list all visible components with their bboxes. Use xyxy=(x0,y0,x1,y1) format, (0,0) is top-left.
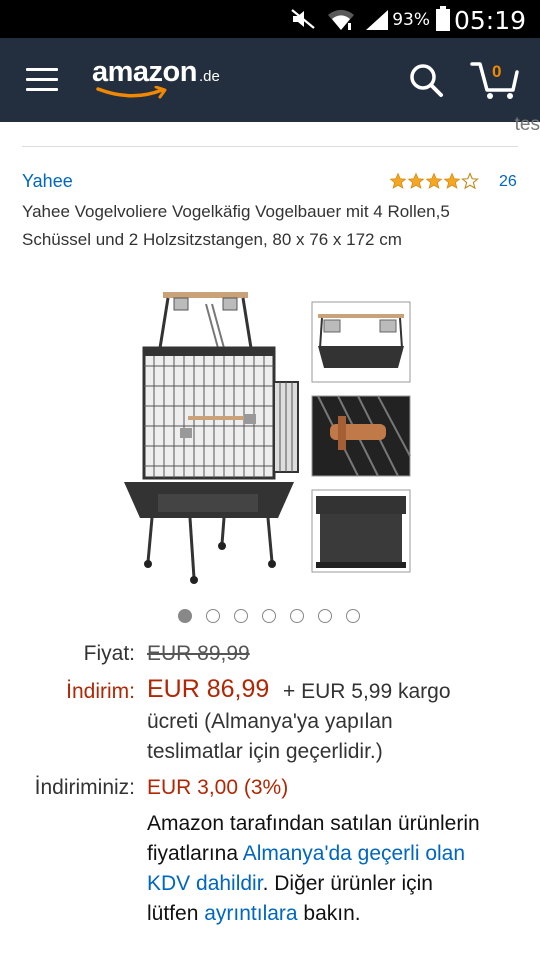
search-icon[interactable] xyxy=(408,62,444,98)
star-full-icon xyxy=(443,172,461,189)
cart-count-badge[interactable]: 0 xyxy=(492,62,501,82)
pager-dot[interactable] xyxy=(290,609,304,623)
status-bar: 93% 05:19 xyxy=(0,0,540,38)
pager-dot[interactable] xyxy=(262,609,276,623)
deal-label: İndirim: xyxy=(66,680,135,703)
battery-percent: 93% xyxy=(392,10,430,30)
savings-value: EUR 3,00 (3%) xyxy=(147,776,289,799)
battery-icon xyxy=(436,6,450,31)
pager-dot[interactable] xyxy=(234,609,248,623)
pager-dot[interactable] xyxy=(206,609,220,623)
amazon-logo[interactable]: amazon .de xyxy=(92,56,220,99)
logo-tld: .de xyxy=(198,68,220,85)
hamburger-menu-icon[interactable] xyxy=(26,68,58,92)
vat-text: fiyatlarına xyxy=(147,842,243,865)
app-header: amazon .de 0 xyxy=(0,38,540,122)
vat-note-line: lütfen ayrıntılara bakın. xyxy=(147,899,361,929)
shipping-text: + EUR 5,99 kargo xyxy=(283,680,451,703)
vat-note-line: fiyatlarına Almanya'da geçerli olan xyxy=(147,839,465,869)
pager-dot[interactable] xyxy=(318,609,332,623)
brand-link[interactable]: Yahee xyxy=(22,171,73,192)
savings-label: İndiriminiz: xyxy=(34,776,135,799)
star-full-icon xyxy=(407,172,425,189)
smile-arrow-icon xyxy=(96,86,167,99)
wifi-icon xyxy=(328,9,354,30)
partial-previous-text: tes xyxy=(514,114,540,135)
review-count-link[interactable]: 26 xyxy=(499,173,517,191)
star-empty-icon xyxy=(461,172,479,190)
vat-note-line: KDV dahildir. Diğer ürünler için xyxy=(147,869,433,899)
vat-text: . Diğer ürünler için xyxy=(262,872,433,895)
deal-price: EUR 86,99 xyxy=(147,675,270,703)
shipping-text: ücreti (Almanya'ya yapılan xyxy=(147,710,393,733)
shipping-text: teslimatlar için geçerlidir.) xyxy=(147,740,383,763)
vat-note-line: Amazon tarafından satılan ürünlerin xyxy=(147,812,480,835)
vat-text: bakın. xyxy=(297,902,361,925)
product-title: Yahee Vogelvoliere Vogelkäfig Vogelbauer… xyxy=(22,202,450,249)
image-pager[interactable] xyxy=(178,609,360,623)
divider xyxy=(22,146,518,147)
bird-cage-illustration xyxy=(124,292,299,584)
star-full-icon xyxy=(425,172,443,189)
star-full-icon xyxy=(389,172,407,189)
list-price: EUR 89,99 xyxy=(147,642,250,665)
mute-icon xyxy=(291,9,315,29)
thumbnail-door-lock xyxy=(311,395,411,477)
logo-wordmark: amazon xyxy=(92,56,197,88)
clock: 05:19 xyxy=(453,6,526,35)
vat-text: lütfen xyxy=(147,902,205,925)
vat-info-link[interactable]: Almanya'da geçerli olan xyxy=(243,842,465,865)
signal-icon xyxy=(366,10,388,30)
thumbnail-top-stand xyxy=(311,301,411,383)
pager-dot[interactable] xyxy=(178,609,192,623)
thumbnail-tray xyxy=(311,489,411,573)
details-link[interactable]: ayrıntılara xyxy=(204,902,297,925)
vat-info-link[interactable]: KDV dahildir xyxy=(147,872,263,895)
star-rating[interactable] xyxy=(389,172,479,190)
pager-dot[interactable] xyxy=(346,609,360,623)
product-image[interactable] xyxy=(118,286,418,588)
price-label: Fiyat: xyxy=(83,642,135,665)
